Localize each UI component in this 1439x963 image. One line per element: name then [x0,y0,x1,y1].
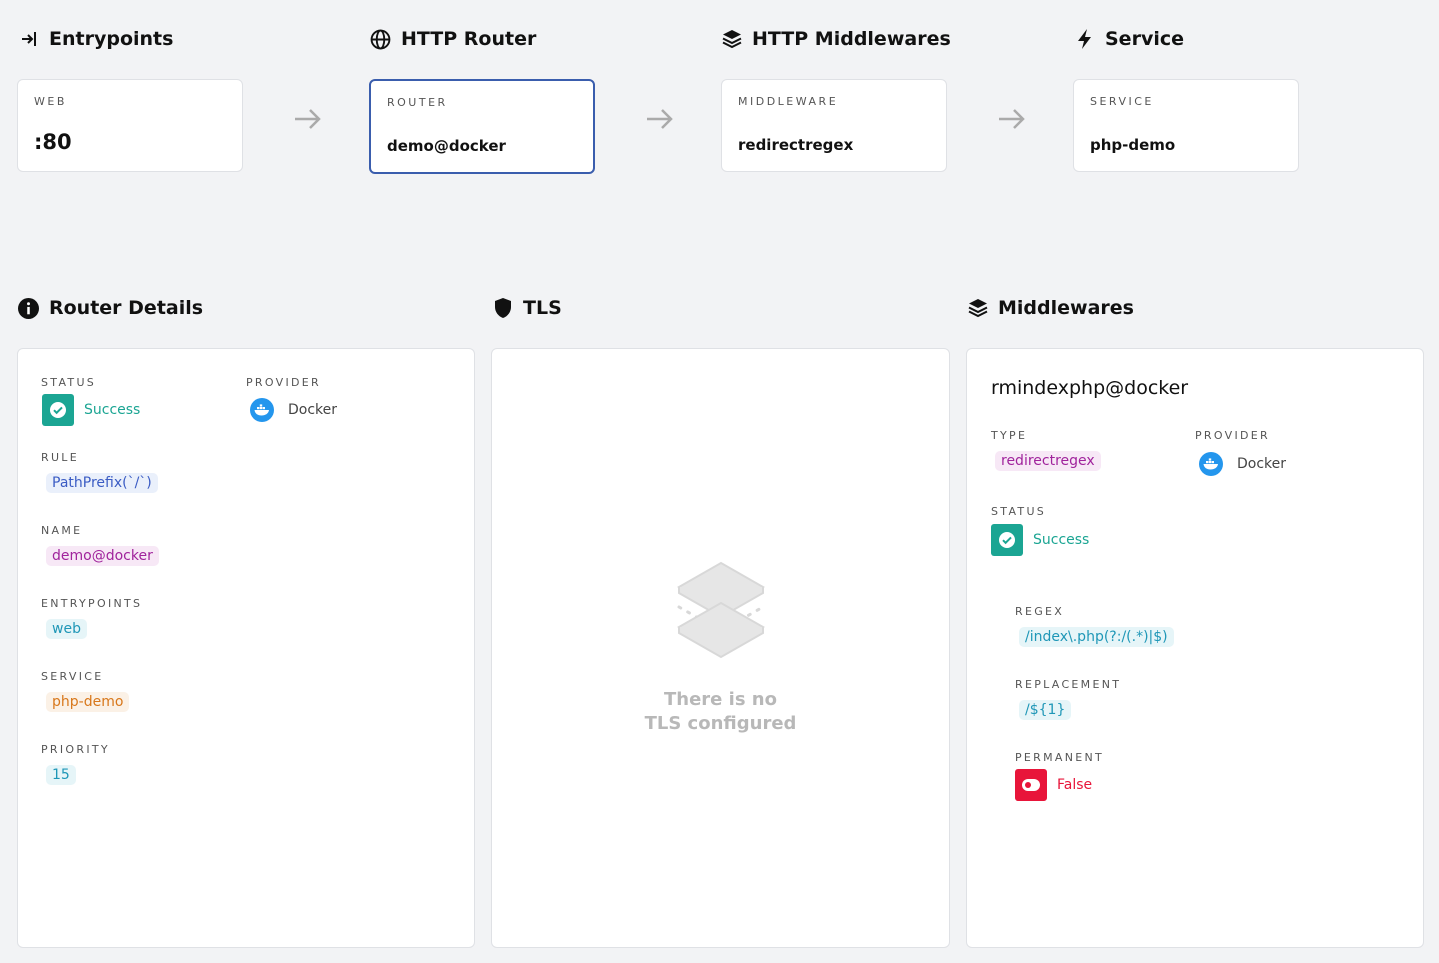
entrypoints-title: Entrypoints [19,28,173,50]
replacement-label: REPLACEMENT [1015,678,1122,691]
entrypoint-card[interactable]: WEB :80 [17,79,243,172]
router-card-label: ROUTER [387,96,448,109]
tls-panel: There is no TLS configured [491,348,950,948]
layers-icon [722,30,742,49]
entrypoint-card-label: WEB [34,95,67,108]
service-title: Service [1075,28,1184,50]
status-badge: Success [991,524,1089,556]
http-router-title: HTTP Router [370,28,536,50]
service-card-label: SERVICE [1090,95,1154,108]
status-label: STATUS [41,376,97,389]
router-details-panel: STATUS Success PROVIDER Docker RULE Path… [17,348,475,948]
type-label: TYPE [991,429,1028,442]
middlewares-panel: rmindexphp@docker TYPE redirectregex PRO… [966,348,1424,948]
middleware-card-value: redirectregex [738,136,854,154]
globe-icon [370,29,391,49]
name-label: NAME [41,524,83,537]
middleware-name: rmindexphp@docker [991,377,1189,399]
sign-in-icon [22,32,36,46]
status-label: STATUS [991,505,1047,518]
permanent-value: False [1057,777,1093,793]
tls-title: TLS [493,297,562,319]
status-badge: Success [42,394,140,426]
regex-label: REGEX [1015,605,1065,618]
priority-label: PRIORITY [41,743,110,756]
http-middlewares-title-text: HTTP Middlewares [752,28,951,50]
arrow-right-icon [999,109,1025,129]
permanent-badge: False [1015,769,1092,801]
service-card[interactable]: SERVICE php-demo [1073,79,1299,172]
shield-icon [495,298,511,318]
info-icon [18,297,39,319]
entrypoints-title-text: Entrypoints [49,28,174,50]
priority-value: 15 [46,765,76,785]
provider-value: Docker [1237,456,1287,472]
arrow-right-icon [295,109,321,129]
type-value: redirectregex [995,451,1101,471]
service-title-text: Service [1105,28,1184,50]
rule-value: PathPrefix(`/`) [46,473,158,493]
toggle-off-icon [1015,769,1047,801]
entrypoints-label: ENTRYPOINTS [41,597,143,610]
status-value: Success [84,402,141,418]
arrow-right-icon [647,109,673,129]
middlewares-title: Middlewares [968,297,1134,319]
docker-icon [1199,452,1223,476]
entrypoint-card-value: :80 [34,130,72,154]
rule-label: RULE [41,451,79,464]
router-card[interactable]: ROUTER demo@docker [369,79,595,174]
provider-label: PROVIDER [246,376,321,389]
tls-empty-line2: TLS configured [644,713,797,734]
service-value: php-demo [46,692,130,712]
check-circle-icon [991,524,1023,556]
service-card-value: php-demo [1090,136,1176,154]
name-value: demo@docker [46,546,159,566]
tls-empty-line1: There is no [664,689,777,710]
layers-icon [968,299,988,318]
docker-icon [250,398,274,422]
router-details-title: Router Details [18,297,203,319]
provider: Docker [250,398,337,422]
entrypoints-value: web [46,619,87,639]
tls-title-text: TLS [523,297,562,319]
middleware-card[interactable]: MIDDLEWARE redirectregex [721,79,947,172]
http-middlewares-title: HTTP Middlewares [722,28,951,50]
provider-label: PROVIDER [1195,429,1270,442]
provider: Docker [1199,452,1286,476]
status-value: Success [1033,532,1090,548]
provider-value: Docker [288,402,338,418]
permanent-label: PERMANENT [1015,751,1105,764]
regex-value: /index\.php(?:/(.*)|$) [1019,627,1174,647]
replacement-value: /${1} [1019,700,1072,720]
check-circle-icon [42,394,74,426]
middleware-card-label: MIDDLEWARE [738,95,839,108]
bolt-icon [1078,29,1091,49]
empty-layers-icon [676,561,766,659]
middlewares-title-text: Middlewares [998,297,1134,319]
http-router-title-text: HTTP Router [401,28,537,50]
service-label: SERVICE [41,670,104,683]
router-card-value: demo@docker [387,137,506,155]
router-details-title-text: Router Details [49,297,204,319]
